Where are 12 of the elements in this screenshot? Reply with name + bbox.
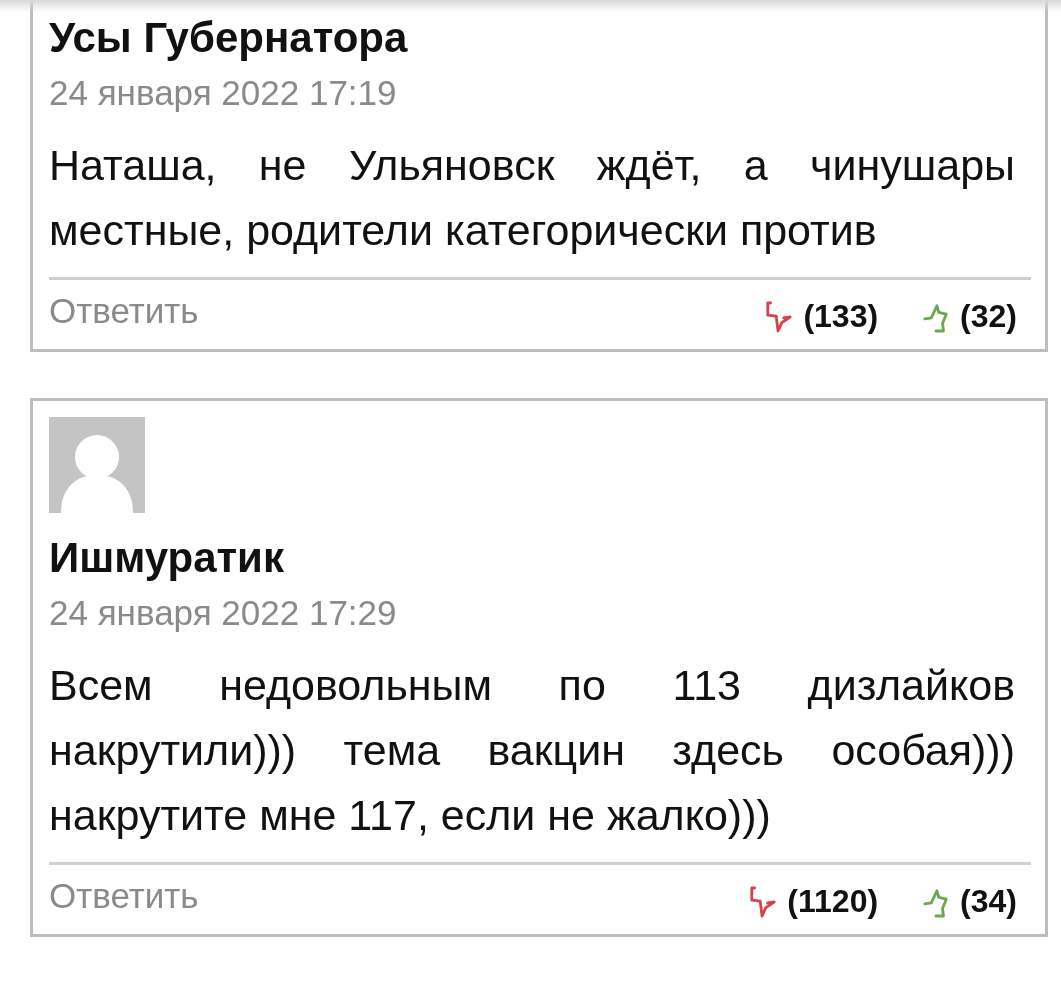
- like-count: (32): [960, 298, 1017, 335]
- dislike-count: (133): [803, 298, 879, 335]
- comment-date: 24 января 2022 17:19: [49, 72, 398, 114]
- author-name: Ишмуратик: [49, 533, 285, 583]
- reply-link[interactable]: Ответить: [49, 875, 199, 916]
- reply-link[interactable]: Ответить: [49, 290, 199, 331]
- comment-date: 24 января 2022 17:29: [49, 592, 398, 634]
- comment-text: Всем недовольным по 113 дизлайков накрутили))) тема вакцин здесь особая))) накрутите мне 117, если не жалко))): [49, 660, 1015, 841]
- like-count: (34): [960, 883, 1017, 920]
- dislike-count: (1120): [787, 883, 879, 920]
- comment-text: Наташа, не Ульяновск ждёт, а чинушары местные, родители категорически против: [49, 140, 1015, 256]
- author-name: Усы Губернатора: [49, 13, 409, 63]
